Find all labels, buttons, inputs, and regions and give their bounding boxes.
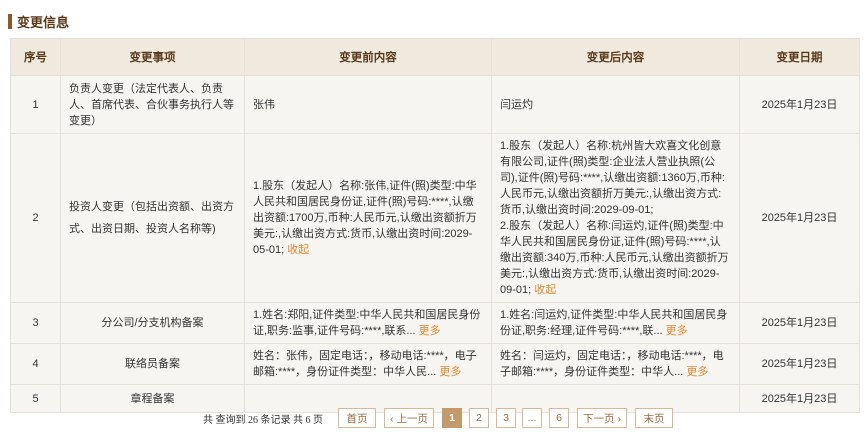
header-change-item: 变更事项 bbox=[60, 38, 245, 76]
row-change-date: 2025年1月23日 bbox=[739, 302, 860, 344]
after-text: 1.股东（发起人）名称:杭州皆大欢喜文化创意有限公司,证件(照)类型:企业法人营… bbox=[500, 140, 729, 296]
collapse-link[interactable]: 收起 bbox=[287, 244, 309, 256]
more-link[interactable]: 更多 bbox=[419, 325, 441, 337]
first-page-button[interactable]: 首页 bbox=[338, 408, 376, 428]
row-change-item: 分公司/分支机构备案 bbox=[60, 302, 245, 344]
table-row: 2 投资人变更（包括出资额、出资方式、出资日期、投资人名称等) 1.股东（发起人… bbox=[10, 133, 860, 303]
row-before-content: 1.股东（发起人）名称:张伟,证件(照)类型:中华人民共和国居民身份证,证件(照… bbox=[244, 133, 492, 303]
after-text: 闫运灼 bbox=[500, 98, 533, 111]
row-after-content: 1.姓名:闫运灼,证件类型:中华人民共和国居民身份证,职务:经理,证件号码:**… bbox=[491, 302, 740, 344]
page-button-3[interactable]: 3 bbox=[496, 408, 516, 428]
page-button-2[interactable]: 2 bbox=[469, 408, 489, 428]
row-after-content: 姓名：闫运灼，固定电话：，移动电话:****，电子邮箱:****，身份证件类型：… bbox=[491, 343, 740, 385]
row-change-date: 2025年1月23日 bbox=[739, 133, 860, 303]
page-ellipsis: ... bbox=[522, 408, 542, 428]
next-page-button[interactable]: 下一页 › bbox=[577, 408, 627, 428]
page-button-1[interactable]: 1 bbox=[442, 408, 462, 428]
change-records-table: 序号 变更事项 变更前内容 变更后内容 变更日期 1 负责人变更（法定代表人、负… bbox=[10, 38, 860, 413]
page-button-6[interactable]: 6 bbox=[549, 408, 569, 428]
pagination-summary: 共 查询到 26 条记录 共 6 页 bbox=[203, 415, 323, 426]
before-text: 张伟 bbox=[253, 98, 275, 111]
row-index: 2 bbox=[10, 133, 61, 303]
header-after-content: 变更后内容 bbox=[491, 38, 740, 76]
header-change-date: 变更日期 bbox=[739, 38, 860, 76]
after-text: 1.姓名:闫运灼,证件类型:中华人民共和国居民身份证,职务:经理,证件号码:**… bbox=[500, 309, 728, 337]
pagination: 共 查询到 26 条记录 共 6 页 首页 ‹ 上一页 1 2 3 ... 6 … bbox=[0, 408, 867, 428]
row-before-content: 姓名：张伟，固定电话：，移动电话:****，电子邮箱:****，身份证件类型：中… bbox=[244, 343, 492, 385]
row-change-item: 联络员备案 bbox=[60, 343, 245, 385]
row-after-content: 闫运灼 bbox=[491, 75, 740, 134]
table-row: 3 分公司/分支机构备案 1.姓名:郑阳,证件类型:中华人民共和国居民身份证,职… bbox=[10, 302, 860, 344]
row-change-item-text: 投资人变更（包括出资额、出资方式、出资日期、投资人名称等) bbox=[69, 201, 234, 235]
more-link[interactable]: 更多 bbox=[666, 325, 688, 337]
table-header-row: 序号 变更事项 变更前内容 变更后内容 变更日期 bbox=[10, 38, 860, 76]
table-row: 1 负责人变更（法定代表人、负责人、首席代表、合伙事务执行人等变更） 张伟 闫运… bbox=[10, 75, 860, 134]
prev-page-button[interactable]: ‹ 上一页 bbox=[384, 408, 434, 428]
row-change-item-text: 章程备案 bbox=[130, 392, 175, 405]
header-index: 序号 bbox=[10, 38, 61, 76]
title-bar-decoration bbox=[8, 13, 12, 29]
row-index: 3 bbox=[10, 302, 61, 344]
row-change-item-text: 负责人变更（法定代表人、负责人、首席代表、合伙事务执行人等变更） bbox=[69, 82, 234, 127]
last-page-button[interactable]: 末页 bbox=[635, 408, 673, 428]
row-change-date: 2025年1月23日 bbox=[739, 75, 860, 134]
row-after-content: 1.股东（发起人）名称:杭州皆大欢喜文化创意有限公司,证件(照)类型:企业法人营… bbox=[491, 133, 740, 303]
row-before-content: 1.姓名:郑阳,证件类型:中华人民共和国居民身份证,职务:监事,证件号码:***… bbox=[244, 302, 492, 344]
more-link[interactable]: 更多 bbox=[686, 366, 708, 378]
section-title-text: 变更信息 bbox=[17, 14, 70, 30]
collapse-link[interactable]: 收起 bbox=[534, 284, 556, 296]
row-index: 1 bbox=[10, 75, 61, 134]
row-change-item-text: 分公司/分支机构备案 bbox=[101, 317, 204, 329]
table-row: 4 联络员备案 姓名：张伟，固定电话：，移动电话:****，电子邮箱:****，… bbox=[10, 343, 860, 385]
row-before-content: 张伟 bbox=[244, 75, 492, 134]
row-index: 4 bbox=[10, 343, 61, 385]
row-change-item: 投资人变更（包括出资额、出资方式、出资日期、投资人名称等) bbox=[60, 133, 245, 303]
more-link[interactable]: 更多 bbox=[439, 366, 461, 378]
row-change-item: 负责人变更（法定代表人、负责人、首席代表、合伙事务执行人等变更） bbox=[60, 75, 245, 134]
row-change-date: 2025年1月23日 bbox=[739, 343, 860, 385]
header-before-content: 变更前内容 bbox=[244, 38, 492, 76]
before-text: 1.姓名:郑阳,证件类型:中华人民共和国居民身份证,职务:监事,证件号码:***… bbox=[253, 309, 481, 337]
row-change-item-text: 联络员备案 bbox=[125, 358, 180, 370]
section-title: 变更信息 bbox=[8, 12, 69, 30]
